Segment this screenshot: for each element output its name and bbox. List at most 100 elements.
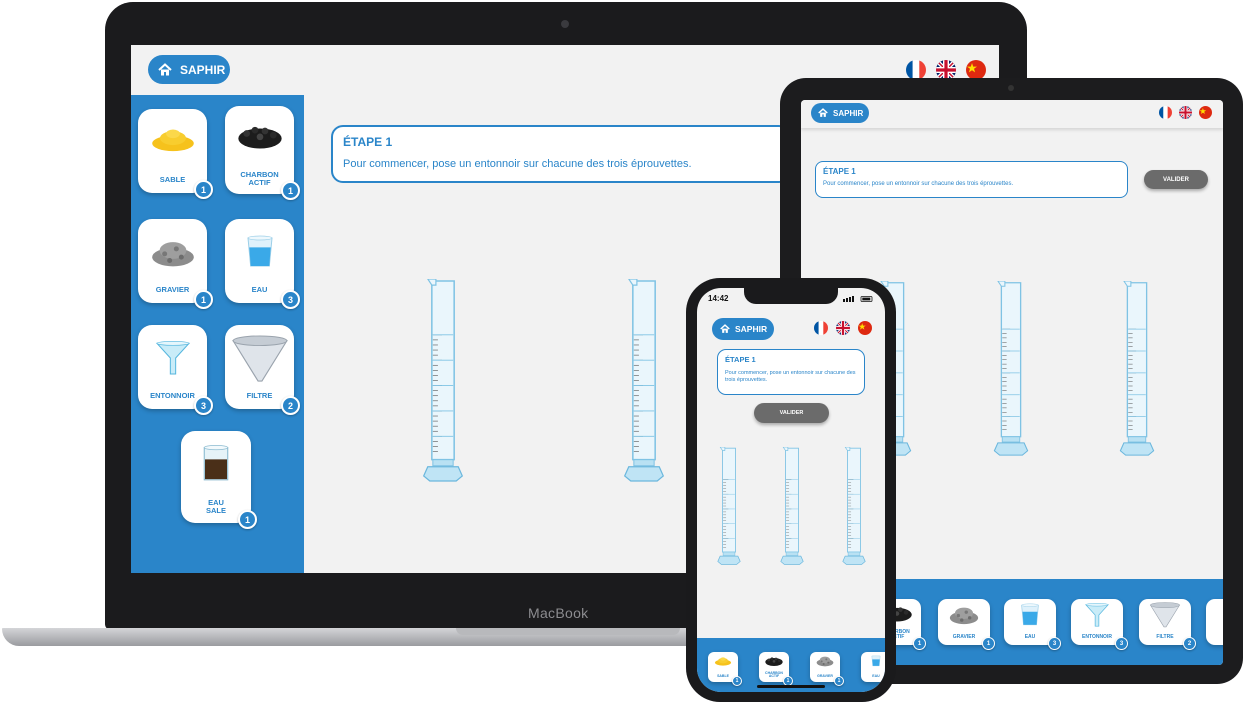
material-card-gravier[interactable]: GRAVIER 1 (938, 599, 995, 650)
phone-notch (744, 288, 838, 304)
filter-cone-icon (1150, 602, 1180, 628)
app-header: SAPHIR (801, 100, 1223, 128)
step-title: ÉTAPE 1 (823, 167, 856, 176)
material-count-badge: 3 (1115, 637, 1128, 650)
material-card-filtre[interactable]: FILTRE 2 (225, 325, 300, 415)
home-button[interactable]: SAPHIR (148, 55, 230, 84)
material-card-eau[interactable]: EAU 3 (1004, 599, 1061, 650)
funnel-icon (156, 340, 189, 375)
material-count-badge: 1 (913, 637, 926, 650)
material-label: SABLE (717, 674, 729, 679)
home-indicator (757, 685, 825, 688)
phone-screen: 14:42 SAPHIR ÉTAPE 1 Pour commencer, pos… (697, 288, 885, 692)
material-card-eau-sale[interactable]: EAU SALE 1 (181, 431, 257, 529)
home-icon (818, 108, 828, 118)
china-flag-icon[interactable] (858, 321, 872, 335)
brand-label: SAPHIR (180, 62, 226, 77)
graduated-cylinder-2[interactable] (614, 279, 674, 482)
uk-flag-icon[interactable] (836, 321, 850, 335)
material-card-gravier[interactable]: GRAVIER 1 (810, 652, 844, 686)
home-icon (720, 324, 730, 334)
laptop-brand-label: MacBook (528, 605, 589, 621)
material-card-partial[interactable] (1206, 599, 1223, 645)
graduated-cylinder-2[interactable] (772, 447, 812, 565)
material-label: FILTRE (1156, 633, 1174, 640)
uk-flag-icon[interactable] (1179, 106, 1192, 119)
graduated-cylinder-2[interactable] (986, 281, 1036, 456)
material-count-badge: 1 (238, 510, 257, 529)
material-count-badge: 1 (281, 181, 300, 200)
water-glass-icon (1021, 603, 1039, 626)
graduated-cylinder-1[interactable] (413, 279, 473, 482)
step-instruction-box: ÉTAPE 1 Pour commencer, pose un entonnoi… (815, 161, 1128, 198)
materials-sidebar: SABLE 1 CHARBON ACTIF 1 GRAVIER 1 EAU 3 … (131, 95, 304, 573)
material-card-entonnoir[interactable]: ENTONNOIR 3 (138, 325, 213, 415)
uk-flag-icon[interactable] (936, 60, 956, 80)
material-count-badge: 2 (1183, 637, 1196, 650)
home-button[interactable]: SAPHIR (712, 318, 774, 340)
material-label: CHARBON ACTIF (240, 170, 279, 188)
materials-bar: SABLE 1 CHARBON ACTIF 1 GRAVIER 1 EAU (697, 638, 885, 692)
material-count-badge: 1 (194, 290, 213, 309)
dirty-water-beaker-icon (203, 444, 229, 481)
material-card-eau[interactable]: EAU 3 (225, 219, 300, 309)
step-instruction: Pour commencer, pose un entonnoir sur ch… (725, 370, 856, 384)
validate-button[interactable]: VALIDER (1144, 170, 1208, 189)
material-count-badge: 1 (732, 676, 742, 686)
material-label: EAU (251, 285, 268, 295)
french-flag-icon[interactable] (906, 60, 926, 80)
material-label: GRAVIER (155, 285, 190, 295)
material-label: EAU (1024, 633, 1036, 640)
material-count-badge: 3 (1048, 637, 1061, 650)
china-flag-icon[interactable] (1199, 106, 1212, 119)
step-instruction: Pour commencer, pose un entonnoir sur ch… (343, 158, 692, 170)
material-card-entonnoir[interactable]: ENTONNOIR 3 (1071, 599, 1128, 650)
step-instruction-box: ÉTAPE 1 Pour commencer, pose un entonnoi… (331, 125, 791, 183)
status-bar-time: 14:42 (708, 294, 729, 303)
material-count-badge: 1 (982, 637, 995, 650)
french-flag-icon[interactable] (814, 321, 828, 335)
material-card-filtre[interactable]: FILTRE 2 (1139, 599, 1196, 650)
material-label: CHARBON ACTIF (765, 670, 783, 679)
graduated-cylinder-3[interactable] (834, 447, 874, 565)
water-glass-icon (247, 235, 272, 267)
home-icon (158, 63, 172, 76)
material-count-badge: 3 (194, 396, 213, 415)
material-card-eau[interactable]: EAU (861, 652, 885, 682)
water-glass-icon (871, 655, 881, 667)
gravel-pile-icon (816, 656, 834, 667)
material-count-badge: 2 (281, 396, 300, 415)
graduated-cylinder-3[interactable] (1112, 281, 1162, 456)
material-card-sable[interactable]: SABLE 1 (138, 109, 213, 199)
material-card-charbon-actif[interactable]: CHARBON ACTIF 1 (225, 106, 300, 200)
french-flag-icon[interactable] (1159, 106, 1172, 119)
activated-charcoal-icon (237, 126, 282, 149)
status-bar-icons (843, 296, 873, 302)
brand-label: SAPHIR (833, 108, 864, 118)
material-label: GRAVIER (817, 674, 833, 679)
home-button[interactable]: SAPHIR (811, 103, 869, 123)
step-instruction: Pour commencer, pose un entonnoir sur ch… (823, 181, 1014, 187)
material-label: SABLE (159, 175, 186, 185)
material-label: ENTONNOIR (150, 391, 195, 401)
material-card-sable[interactable]: SABLE 1 (708, 652, 742, 686)
sand-pile-icon (151, 129, 194, 152)
material-card-gravier[interactable]: GRAVIER 1 (138, 219, 213, 309)
step-title: ÉTAPE 1 (343, 135, 393, 149)
validate-button[interactable]: VALIDER (754, 403, 829, 423)
material-card-charbon-actif[interactable]: CHARBON ACTIF 1 (759, 652, 793, 686)
funnel-icon (1085, 602, 1109, 627)
tablet-camera (1008, 85, 1014, 91)
gravel-pile-icon (949, 607, 979, 625)
material-count-badge: 1 (834, 676, 844, 686)
china-flag-icon[interactable] (966, 60, 986, 80)
activated-charcoal-icon (765, 657, 783, 666)
material-label: EAU (872, 674, 880, 679)
material-count-badge: 1 (194, 180, 213, 199)
filter-cone-icon (232, 335, 287, 382)
sand-pile-icon (715, 657, 731, 666)
graduated-cylinder-1[interactable] (709, 447, 749, 565)
material-count-badge: 3 (281, 290, 300, 309)
laptop-camera (561, 20, 569, 28)
laptop-hinge-notch (456, 628, 680, 635)
